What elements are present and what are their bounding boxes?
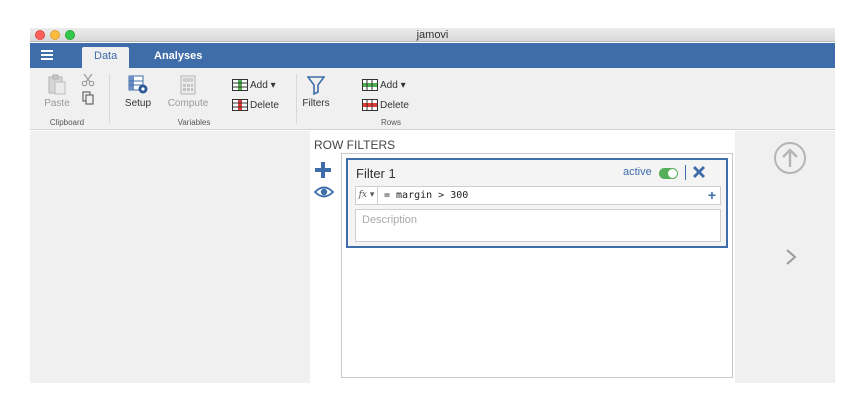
setup-button[interactable]: Setup [118,72,158,112]
copy-icon[interactable] [81,91,95,105]
delete-variable-label: Delete [250,100,279,111]
tab-analyses[interactable]: Analyses [142,47,214,68]
tab-data[interactable]: Data [82,47,130,68]
paste-button[interactable]: Paste [40,72,74,112]
ribbon-divider [109,74,110,124]
filter-header-divider [685,165,686,180]
rows-group: Filters Add ▾ Delete Rows [300,68,430,130]
compute-button[interactable]: Compute [164,72,212,112]
clipboard-group: Paste Clipboard [30,68,110,130]
filter-description-field[interactable]: Description [355,209,721,242]
arrow-up-circle-icon[interactable] [773,141,807,175]
paste-label: Paste [44,98,70,109]
variables-group-label: Variables [177,118,211,127]
fx-function-button[interactable]: fx ▾ [356,187,378,204]
filter-formula-field[interactable]: fx ▾ = margin > 300 + [355,186,721,205]
add-filter-plus-icon[interactable] [315,162,331,178]
filter-funnel-icon [306,76,326,96]
chevron-right-icon[interactable] [785,248,797,266]
hamburger-menu-icon[interactable] [41,50,53,60]
filters-button[interactable]: Filters [298,72,334,112]
close-icon[interactable] [692,165,706,179]
data-spreadsheet-area [30,131,310,383]
add-row-icon [362,79,378,92]
row-filters-title: ROW FILTERS [314,138,396,152]
title-bar: jamovi [30,28,835,42]
cut-icon[interactable] [81,73,95,87]
filters-label: Filters [302,98,330,109]
add-row-label: Add ▾ [380,80,406,91]
filter-formula-text[interactable]: = margin > 300 [384,187,468,204]
delete-row-label: Delete [380,100,409,111]
add-variable-label: Add ▾ [250,80,276,91]
eye-icon[interactable] [314,185,334,199]
setup-icon [128,75,148,94]
ribbon-divider [296,74,297,124]
delete-column-icon [232,99,248,112]
filter-active-toggle[interactable] [659,168,678,179]
compute-label: Compute [167,98,209,109]
delete-row-button[interactable]: Delete [362,98,409,114]
filter-name: Filter 1 [356,166,396,181]
setup-label: Setup [124,98,152,109]
description-placeholder: Description [362,214,418,226]
add-row-button[interactable]: Add ▾ [362,78,406,94]
calculator-icon [180,75,196,95]
variables-group: Setup Compute Add ▾ Delete Variables [114,68,294,130]
add-column-icon [232,79,248,92]
clipboard-group-label: Clipboard [49,118,85,127]
main-tab-bar: Data Analyses [30,43,835,68]
paste-icon [48,74,66,95]
filter-status-label: active [623,166,652,178]
add-condition-plus-icon[interactable]: + [708,188,716,202]
jamovi-window: jamovi Data Analyses Paste Clipboard Set… [30,28,835,383]
rows-group-label: Rows [380,118,401,127]
filter-card: Filter 1 active fx ▾ = margin > 300 + De… [346,158,728,248]
delete-row-icon [362,99,378,112]
window-title: jamovi [416,29,449,41]
ribbon-toolbar: Paste Clipboard Setup Compute Add ▾ Dele… [30,68,835,130]
add-variable-button[interactable]: Add ▾ [232,78,276,94]
delete-variable-button[interactable]: Delete [232,98,279,114]
